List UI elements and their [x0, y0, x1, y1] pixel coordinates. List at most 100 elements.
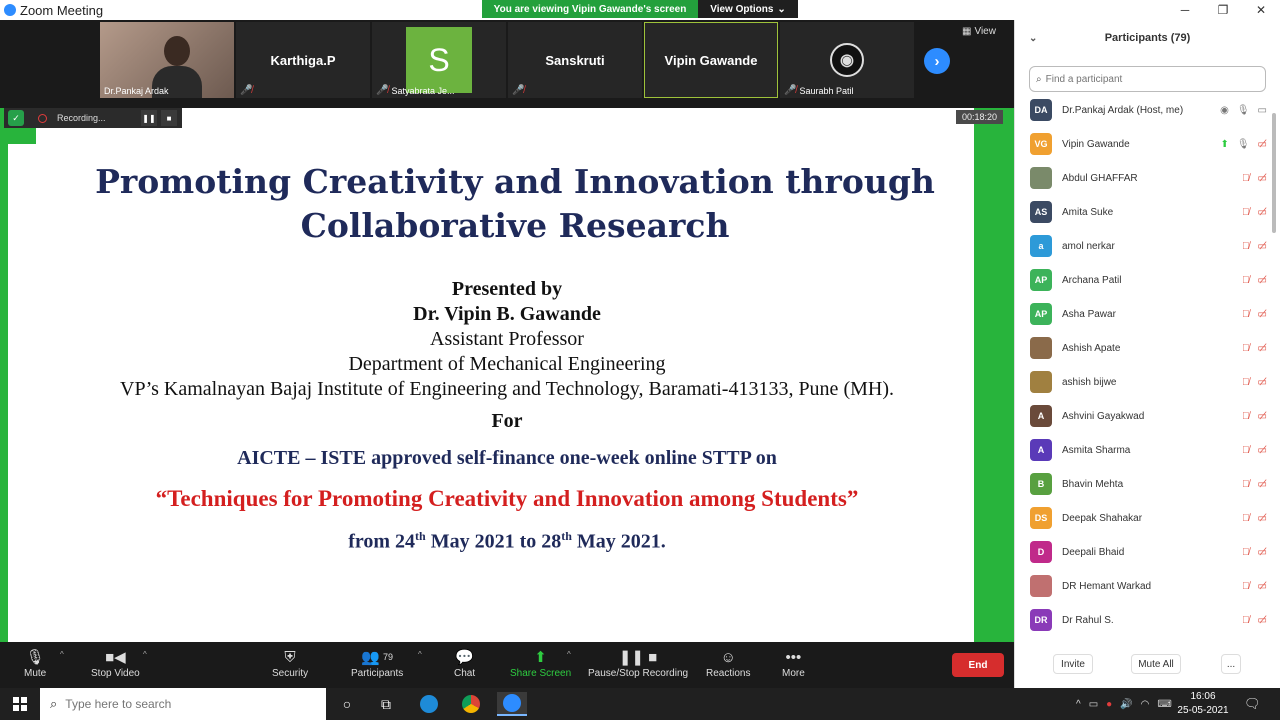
chrome-icon[interactable] [456, 692, 486, 716]
participant-row[interactable]: a amol nerkar 🎙̸ ▭̸ [1015, 229, 1271, 263]
cortana-icon[interactable]: ○ [332, 692, 362, 716]
participants-options-caret[interactable]: ^ [418, 650, 422, 659]
zoom-taskbar-icon[interactable] [497, 692, 527, 716]
video-off-icon[interactable]: ▭̸ [1258, 479, 1267, 490]
edge-icon[interactable] [414, 692, 444, 716]
taskbar-search-input[interactable] [65, 697, 306, 711]
video-off-icon[interactable]: ▭̸ [1258, 581, 1267, 592]
participant-row[interactable]: DS Deepak Shahakar 🎙̸ ▭̸ [1015, 501, 1271, 535]
video-camera-icon[interactable]: ▭ [1258, 105, 1267, 116]
mic-muted-icon[interactable]: 🎙̸ [1242, 309, 1250, 320]
scrollbar[interactable] [1271, 93, 1277, 643]
participant-row[interactable]: VG Vipin Gawande ⬆ 🎙 ▭̸ [1015, 127, 1271, 161]
mic-muted-icon[interactable]: 🎙̸ [1242, 547, 1250, 558]
chat-button[interactable]: 💬 Chat [454, 646, 475, 679]
participant-row[interactable]: AP Archana Patil 🎙̸ ▭̸ [1015, 263, 1271, 297]
mute-all-button[interactable]: Mute All [1131, 654, 1181, 674]
scrollbar-thumb[interactable] [1272, 113, 1276, 233]
video-off-icon[interactable]: ▭̸ [1258, 139, 1267, 150]
participant-search[interactable]: ⌕ [1029, 66, 1266, 92]
close-button[interactable]: ✕ [1242, 0, 1280, 20]
participant-row[interactable]: DR Dr Rahul S. 🎙̸ ▭̸ [1015, 603, 1271, 637]
video-tile-vipin[interactable]: Vipin Gawande [644, 22, 778, 98]
participant-row[interactable]: A Asmita Sharma 🎙̸ ▭̸ [1015, 433, 1271, 467]
notification-icon[interactable]: 🗨 [1244, 696, 1261, 712]
participant-row[interactable]: AS Amita Suke 🎙̸ ▭̸ [1015, 195, 1271, 229]
microphone-icon[interactable]: 🎙 [1237, 105, 1250, 116]
participant-row[interactable]: Ashish Apate 🎙̸ ▭̸ [1015, 331, 1271, 365]
video-off-icon[interactable]: ▭̸ [1258, 445, 1267, 456]
mic-muted-icon[interactable]: 🎙̸ [1242, 343, 1250, 354]
video-off-icon[interactable]: ▭̸ [1258, 309, 1267, 320]
video-tile-satyabrata[interactable]: S 🎤̸ Satyabrata Je... [372, 22, 506, 98]
keyboard-icon[interactable]: ⌨ [1157, 699, 1171, 710]
video-off-icon[interactable]: ▭̸ [1258, 513, 1267, 524]
video-off-icon[interactable]: ▭̸ [1258, 615, 1267, 626]
end-meeting-button[interactable]: End [952, 653, 1004, 677]
stop-video-button[interactable]: ■◀ Stop Video [91, 646, 140, 679]
participant-row[interactable]: AP Asha Pawar 🎙̸ ▭̸ [1015, 297, 1271, 331]
taskbar-search[interactable]: ⌕ [40, 688, 326, 720]
participant-row[interactable]: B Bhavin Mehta 🎙̸ ▭̸ [1015, 467, 1271, 501]
mic-muted-icon[interactable]: 🎙̸ [1242, 377, 1250, 388]
mic-muted-icon[interactable]: 🎙̸ [1242, 615, 1250, 626]
security-button[interactable]: ⛨ Security [272, 646, 308, 680]
mic-muted-icon[interactable]: 🎙̸ [1242, 411, 1250, 422]
pause-recording-button[interactable]: ❚❚ [141, 110, 157, 126]
participant-row[interactable]: DR Hemant Warkad 🎙̸ ▭̸ [1015, 569, 1271, 603]
mic-muted-icon[interactable]: 🎙̸ [1242, 445, 1250, 456]
video-off-icon[interactable]: ▭̸ [1258, 411, 1267, 422]
video-off-icon[interactable]: ▭̸ [1258, 547, 1267, 558]
reactions-button[interactable]: ☺ Reactions [706, 646, 750, 680]
video-options-caret[interactable]: ^ [143, 650, 147, 659]
mic-muted-icon[interactable]: 🎙̸ [1242, 173, 1250, 184]
next-page-button[interactable]: › [924, 48, 950, 74]
video-tile-saurabh[interactable]: ◉ 🎤̸ Saurabh Patil [780, 22, 914, 98]
taskbar-clock[interactable]: 16:06 25-05-2021 [1176, 690, 1230, 718]
participant-row[interactable]: ashish bijwe 🎙̸ ▭̸ [1015, 365, 1271, 399]
mic-muted-icon[interactable]: 🎙̸ [1242, 275, 1250, 286]
video-off-icon[interactable]: ▭̸ [1258, 377, 1267, 388]
security-alert-icon[interactable]: ● [1106, 699, 1112, 710]
video-tile-karthiga[interactable]: Karthiga.P 🎤̸ [236, 22, 370, 98]
panel-more-button[interactable]: ... [1221, 654, 1241, 674]
share-screen-button[interactable]: ⬆ Share Screen [510, 646, 571, 679]
participant-search-input[interactable] [1045, 73, 1246, 85]
participant-row[interactable]: A Ashvini Gayakwad 🎙̸ ▭̸ [1015, 399, 1271, 433]
share-options-caret[interactable]: ^ [567, 650, 571, 659]
participants-button[interactable]: 👥 79 Participants [351, 646, 403, 679]
stop-recording-button[interactable]: ■ [161, 110, 177, 126]
volume-icon[interactable]: 🔊 [1120, 699, 1132, 710]
mic-muted-icon[interactable]: 🎙̸ [1242, 479, 1250, 490]
video-off-icon[interactable]: ▭̸ [1258, 173, 1267, 184]
video-off-icon[interactable]: ▭̸ [1258, 207, 1267, 218]
invite-button[interactable]: Invite [1053, 654, 1093, 674]
pause-stop-recording-button[interactable]: ❚❚ ■ Pause/Stop Recording [588, 646, 688, 679]
participant-row[interactable]: DA Dr.Pankaj Ardak (Host, me) ◉ 🎙 ▭ [1015, 93, 1271, 127]
video-tile-pankaj[interactable]: Dr.Pankaj Ardak [100, 22, 234, 98]
wifi-icon[interactable]: ◠ [1141, 699, 1150, 710]
more-button[interactable]: ••• More [782, 646, 805, 680]
mute-button[interactable]: 🎙 Mute [24, 646, 46, 679]
mute-options-caret[interactable]: ^ [60, 650, 64, 659]
chevron-up-icon[interactable]: ^ [1076, 699, 1081, 710]
video-off-icon[interactable]: ▭̸ [1258, 241, 1267, 252]
task-view-icon[interactable]: ⧉ [371, 692, 401, 716]
mic-muted-icon[interactable]: 🎙̸ [1242, 207, 1250, 218]
chevron-down-icon[interactable]: ⌄ [1029, 33, 1037, 44]
video-off-icon[interactable]: ▭̸ [1258, 343, 1267, 354]
maximize-button[interactable]: ❐ [1204, 0, 1242, 20]
video-tile-sanskruti[interactable]: Sanskruti 🎤̸ [508, 22, 642, 98]
mic-muted-icon[interactable]: 🎙̸ [1242, 581, 1250, 592]
participant-row[interactable]: Abdul GHAFFAR 🎙̸ ▭̸ [1015, 161, 1271, 195]
microphone-icon[interactable]: 🎙 [1237, 139, 1250, 150]
start-button[interactable] [0, 688, 40, 720]
mic-muted-icon[interactable]: 🎙̸ [1242, 513, 1250, 524]
battery-icon[interactable]: ▭ [1089, 699, 1098, 710]
participant-row[interactable]: D Deepali Bhaid 🎙̸ ▭̸ [1015, 535, 1271, 569]
minimize-button[interactable]: ─ [1166, 0, 1204, 20]
view-layout-button[interactable]: ▦ View [962, 26, 996, 37]
mic-muted-icon[interactable]: 🎙̸ [1242, 241, 1250, 252]
view-options-button[interactable]: View Options ⌄ [698, 0, 798, 18]
video-off-icon[interactable]: ▭̸ [1258, 275, 1267, 286]
